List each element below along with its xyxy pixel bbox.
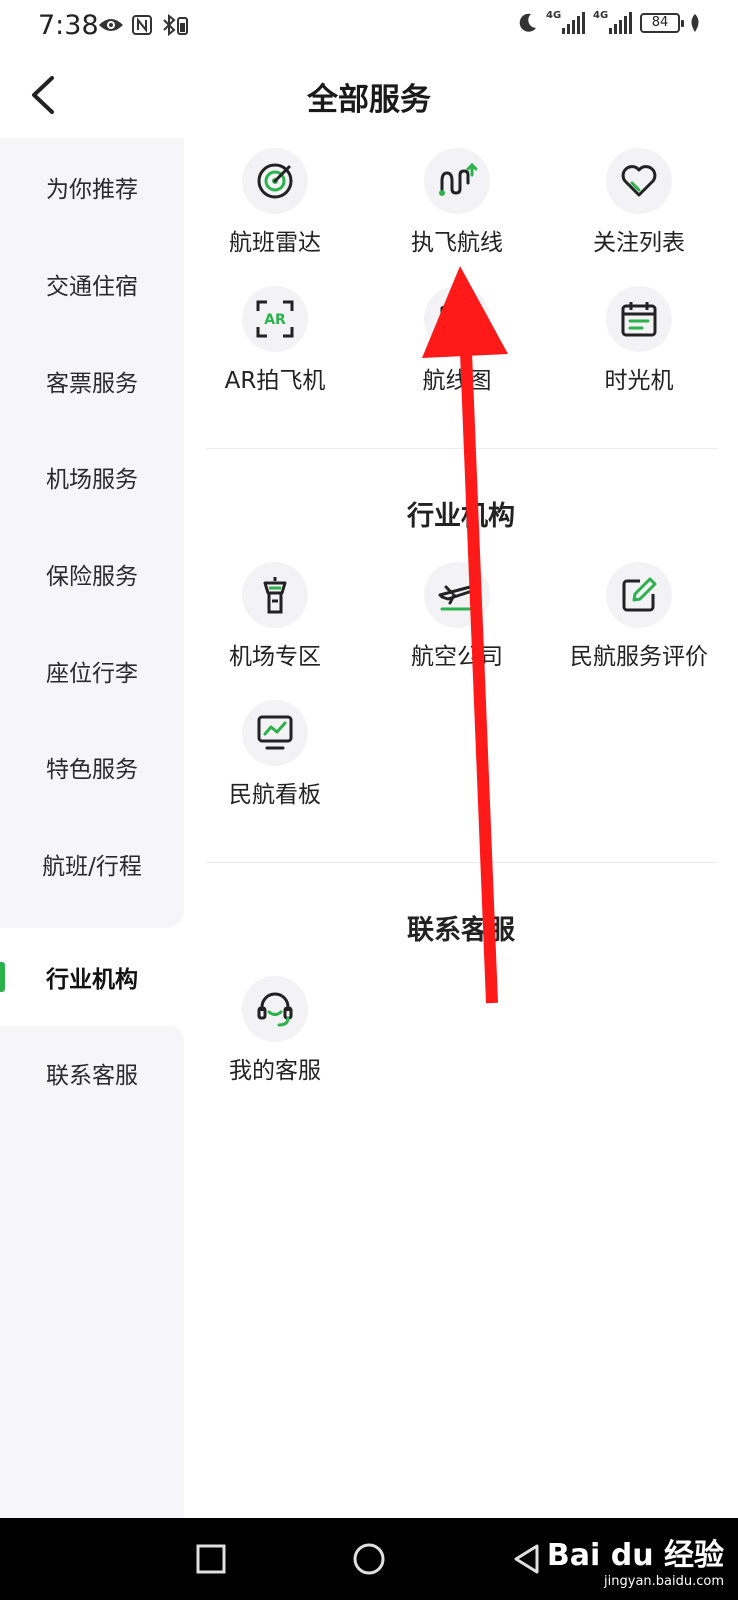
section-title-contact: 联系客服 (407, 915, 515, 946)
page-title: 全部服务 (307, 82, 431, 118)
service-time-machine[interactable]: 时光机 (548, 286, 730, 395)
sidebar-item-special[interactable]: 特色服务 (0, 718, 184, 816)
sidebar-item-insurance[interactable]: 保险服务 (0, 525, 184, 623)
service-route[interactable]: 执飞航线 (366, 148, 548, 257)
service-my-support[interactable]: 我的客服 (184, 976, 366, 1085)
status-time: 7:38 (38, 10, 99, 41)
sidebar-item-recommended[interactable]: 为你推荐 (0, 138, 184, 236)
service-airport-zone[interactable]: 机场专区 (184, 562, 366, 671)
calendar-icon (621, 302, 657, 337)
moon-icon (519, 13, 536, 32)
eye-icon (99, 19, 123, 31)
section-divider (206, 862, 718, 863)
sidebar-item-airport[interactable]: 机场服务 (0, 428, 184, 526)
sidebar-item-seat-baggage[interactable]: 座位行李 (0, 622, 184, 720)
map-icon (440, 302, 474, 336)
dashboard-icon (257, 715, 293, 750)
section-divider (206, 448, 718, 449)
service-watch-list[interactable]: 关注列表 (548, 148, 730, 257)
sidebar-item-flight-trip[interactable]: 航班/行程 (0, 815, 184, 913)
service-dashboard[interactable]: 民航看板 (184, 700, 366, 809)
service-ar-plane[interactable]: AR AR拍飞机 (184, 286, 366, 395)
bluetooth-battery-icon (163, 14, 188, 36)
radar-icon (257, 163, 293, 199)
recent-apps-button[interactable] (188, 1536, 234, 1582)
section-title-industry: 行业机构 (407, 501, 515, 532)
signal-icon-2: 4G (593, 10, 632, 34)
battery-icon: 84 (640, 13, 684, 33)
sidebar-item-transport[interactable]: 交通住宿 (0, 235, 184, 333)
heart-icon (621, 165, 657, 197)
headset-icon (257, 992, 293, 1027)
status-bar: 7:38 4G 4G 84 (0, 0, 738, 52)
airplane-icon (438, 585, 477, 611)
route-icon (439, 162, 477, 196)
ar-icon: AR (256, 300, 294, 338)
home-button[interactable] (346, 1536, 392, 1582)
leaf-icon (691, 14, 699, 32)
service-evaluation[interactable]: 民航服务评价 (548, 562, 730, 671)
svg-text:AR: AR (264, 312, 286, 328)
service-route-map[interactable]: 航线图 (366, 286, 548, 395)
control-tower-icon (263, 577, 287, 614)
signal-icon: 4G (546, 10, 585, 34)
nfc-icon (132, 15, 152, 35)
sidebar-item-tickets[interactable]: 客票服务 (0, 332, 184, 430)
watermark: Bai du 经验 jingyan.baidu.com (546, 1538, 724, 1589)
sidebar-item-contact[interactable]: 联系客服 (0, 1024, 184, 1122)
service-airline[interactable]: 航空公司 (366, 562, 548, 671)
back-nav-button[interactable] (504, 1536, 550, 1582)
edit-icon (622, 577, 657, 612)
service-flight-radar[interactable]: 航班雷达 (184, 148, 366, 257)
sidebar-item-industry[interactable]: 行业机构 (0, 928, 184, 1026)
